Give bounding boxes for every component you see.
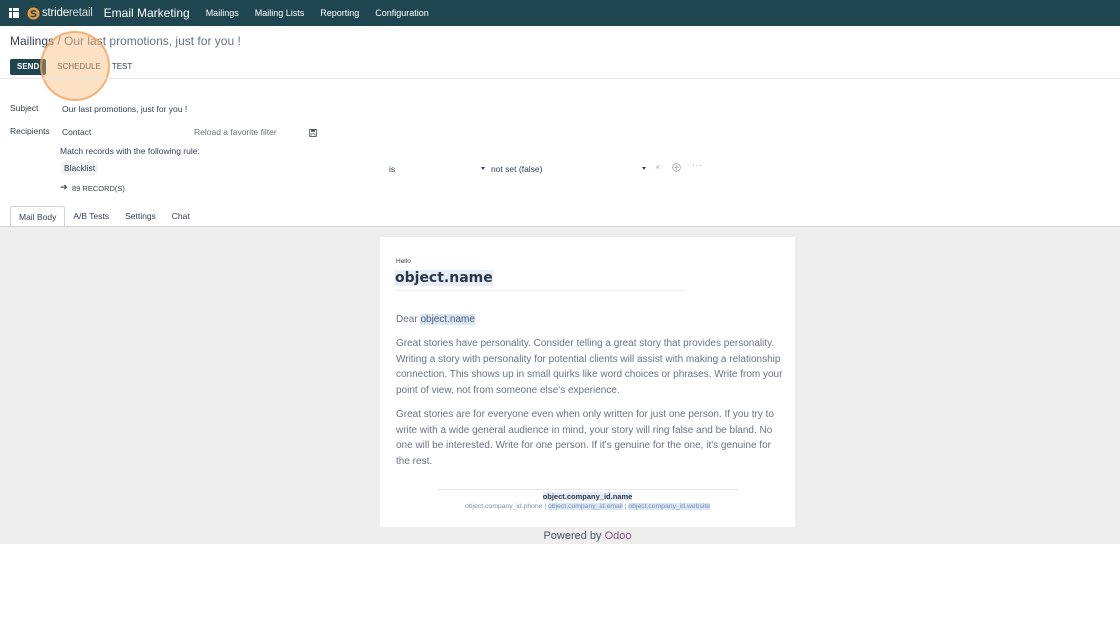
company-phone-placeholder[interactable]: object.company_id.phone: [465, 503, 542, 510]
mail-hello: Hello: [396, 258, 411, 265]
brand-mark-icon: [27, 6, 40, 20]
company-website-placeholder[interactable]: object.company_id.website: [628, 503, 710, 510]
company-name-placeholder: object.company_id.name: [542, 492, 633, 501]
delete-rule-icon[interactable]: ×: [655, 162, 660, 172]
click-highlight: [40, 31, 110, 101]
rule-field-select[interactable]: Blacklist: [61, 161, 99, 175]
app-title[interactable]: Email Marketing: [104, 6, 190, 20]
test-button[interactable]: TEST: [112, 59, 132, 75]
operator-chevron-down-icon[interactable]: [481, 167, 485, 170]
mail-heading-divider: [396, 290, 686, 291]
contact-separator: |: [624, 503, 627, 510]
brand-logo[interactable]: strideretail: [27, 6, 93, 20]
company-email-placeholder[interactable]: object.company_id.email: [548, 503, 623, 510]
breadcrumb: Mailings / Our last promotions, just for…: [10, 34, 241, 48]
favorite-filter-select[interactable]: Reload a favorite filter: [194, 127, 277, 137]
mail-editor[interactable]: Hello object.name Dear object.name Great…: [380, 237, 795, 527]
recipients-label: Recipients: [10, 126, 50, 136]
recipients-model-select[interactable]: Contact: [62, 127, 91, 137]
nav-item-mailings[interactable]: Mailings: [206, 8, 239, 18]
arrow-right-icon[interactable]: ➔: [60, 182, 68, 193]
tab-settings[interactable]: Settings: [117, 206, 164, 227]
rule-operator-select[interactable]: is: [389, 164, 395, 174]
brand-text-part2: retail: [68, 7, 93, 19]
tab-ab-tests[interactable]: A/B Tests: [65, 206, 117, 227]
records-count-button[interactable]: 89 RECORD(S): [72, 184, 125, 193]
tab-chat[interactable]: Chat: [164, 206, 198, 227]
powered-by-link[interactable]: Odoo: [605, 530, 632, 542]
form-tabs: Mail Body A/B Tests Settings Chat: [10, 206, 198, 227]
subject-field[interactable]: Our last promotions, just for you !: [62, 104, 187, 114]
apps-grid-icon[interactable]: [9, 8, 19, 18]
save-filter-icon[interactable]: [309, 129, 317, 137]
add-rule-icon[interactable]: [672, 163, 681, 172]
subject-label: Subject: [10, 103, 39, 113]
more-options-icon[interactable]: ···: [692, 160, 703, 170]
tab-mail-body[interactable]: Mail Body: [10, 206, 66, 227]
nav-menu: Mailings Mailing Lists Reporting Configu…: [206, 8, 445, 18]
mail-greeting: Dear object.name: [396, 314, 475, 325]
nav-item-mailing-lists[interactable]: Mailing Lists: [255, 8, 305, 18]
brand-text-part1: stride: [42, 7, 69, 19]
mail-heading-placeholder[interactable]: object.name: [395, 270, 493, 286]
mail-paragraph-2[interactable]: Great stories are for everyone even when…: [396, 407, 786, 469]
powered-by-text: Powered by: [543, 530, 602, 542]
mail-paragraph-1[interactable]: Great stories have personality. Consider…: [396, 336, 786, 398]
nav-item-configuration[interactable]: Configuration: [375, 8, 429, 18]
rule-value-select[interactable]: not set (false): [491, 164, 543, 174]
contact-separator: |: [544, 503, 547, 510]
greeting-text: Dear: [396, 314, 418, 325]
company-contacts: object.company_id.phone | object.company…: [380, 503, 795, 510]
powered-by: Powered by Odoo: [0, 530, 1120, 542]
header-divider: [0, 78, 1120, 79]
match-rule-text: Match records with the following rule:: [60, 146, 200, 156]
nav-item-reporting[interactable]: Reporting: [320, 8, 359, 18]
mail-footer-divider: [438, 489, 738, 490]
greeting-name-placeholder[interactable]: object.name: [420, 314, 475, 325]
value-chevron-down-icon[interactable]: [642, 167, 646, 170]
top-navbar: strideretail Email Marketing Mailings Ma…: [0, 0, 1120, 26]
